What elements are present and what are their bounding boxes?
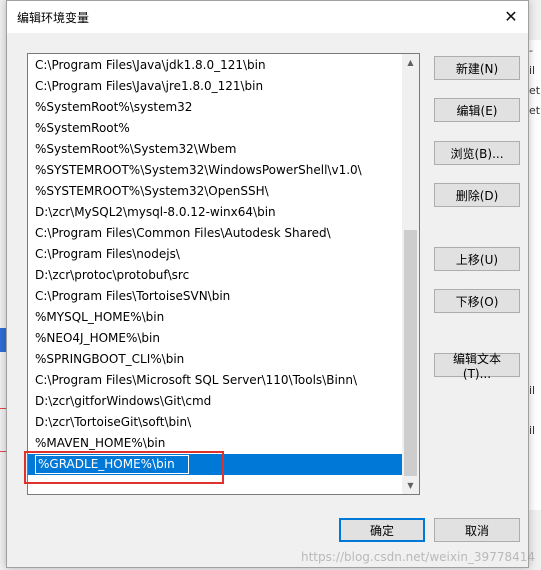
path-list-item[interactable]: C:\Program Files\Common Files\Autodesk S… (28, 223, 402, 244)
path-list-item[interactable]: D:\zcr\gitforWindows\Git\cmd (28, 391, 402, 412)
path-list-item[interactable]: %NEO4J_HOME%\bin (28, 328, 402, 349)
path-edit-input[interactable] (34, 454, 190, 475)
edit-button[interactable]: 编辑(E) (434, 98, 520, 122)
path-list-item[interactable]: C:\Program Files\Java\jre1.8.0_121\bin (28, 76, 402, 97)
path-list-item[interactable]: %SystemRoot%\System32\Wbem (28, 139, 402, 160)
path-list-item[interactable]: D:\zcr\TortoiseGit\soft\bin\ (28, 412, 402, 433)
cancel-button[interactable]: 取消 (434, 518, 520, 542)
delete-button[interactable]: 删除(D) (434, 183, 520, 207)
path-list-item[interactable]: %SYSTEMROOT%\System32\OpenSSH\ (28, 181, 402, 202)
path-list-item[interactable]: C:\Program Files\TortoiseSVN\bin (28, 286, 402, 307)
edit-env-variable-dialog: 编辑环境变量 ✕ C:\Program Files\Java\jdk1.8.0_… (6, 0, 529, 568)
path-list-item[interactable]: %SYSTEMROOT%\System32\WindowsPowerShell\… (28, 160, 402, 181)
close-icon[interactable]: ✕ (494, 1, 528, 31)
path-list-item[interactable]: C:\Program Files\nodejs\ (28, 244, 402, 265)
background-text-fragment: il (529, 424, 536, 437)
ok-button[interactable]: 确定 (339, 518, 425, 542)
new-button[interactable]: 新建(N) (434, 56, 520, 80)
scrollbar-thumb[interactable] (404, 230, 417, 476)
dialog-title: 编辑环境变量 (17, 11, 90, 25)
path-list-item[interactable]: D:\zcr\MySQL2\mysql-8.0.12-winx64\bin (28, 202, 402, 223)
path-list-item[interactable]: D:\zcr\protoc\protobuf\src (28, 265, 402, 286)
background-text-fragment: et (529, 104, 541, 117)
browse-button[interactable]: 浏览(B)... (434, 141, 520, 165)
path-list[interactable]: C:\Program Files\Java\jdk1.8.0_121\bin C… (27, 53, 420, 495)
vertical-scrollbar[interactable]: ▲ ▼ (402, 54, 419, 494)
scroll-down-arrow-icon[interactable]: ▼ (402, 477, 419, 494)
move-up-button[interactable]: 上移(U) (434, 247, 520, 271)
move-down-button[interactable]: 下移(O) (434, 289, 520, 313)
background-text-fragment: il (529, 384, 536, 397)
path-list-item[interactable]: %SystemRoot%\system32 (28, 97, 402, 118)
path-list-item[interactable]: %SystemRoot% (28, 118, 402, 139)
edit-text-button[interactable]: 编辑文本(T)... (434, 352, 520, 381)
background-text-fragment: il (529, 64, 536, 77)
screen: - il et et il il 编辑环境变量 ✕ C:\Program Fil… (0, 0, 541, 570)
background-text-fragment: et (529, 84, 541, 97)
path-list-item[interactable]: %MYSQL_HOME%\bin (28, 307, 402, 328)
path-list-item[interactable]: C:\Program Files\Microsoft SQL Server\11… (28, 370, 402, 391)
title-bar: 编辑环境变量 ✕ (7, 1, 528, 33)
path-list-item-selected[interactable] (28, 454, 402, 475)
path-list-item[interactable]: %MAVEN_HOME%\bin (28, 433, 402, 454)
scroll-up-arrow-icon[interactable]: ▲ (402, 54, 419, 71)
watermark: https://blog.csdn.net/weixin_39778414 (300, 550, 535, 564)
path-list-item[interactable]: C:\Program Files\Java\jdk1.8.0_121\bin (28, 55, 402, 76)
background-text-fragment: - (529, 44, 533, 57)
path-list-rows: C:\Program Files\Java\jdk1.8.0_121\bin C… (28, 55, 402, 475)
path-list-item[interactable]: %SPRINGBOOT_CLI%\bin (28, 349, 402, 370)
